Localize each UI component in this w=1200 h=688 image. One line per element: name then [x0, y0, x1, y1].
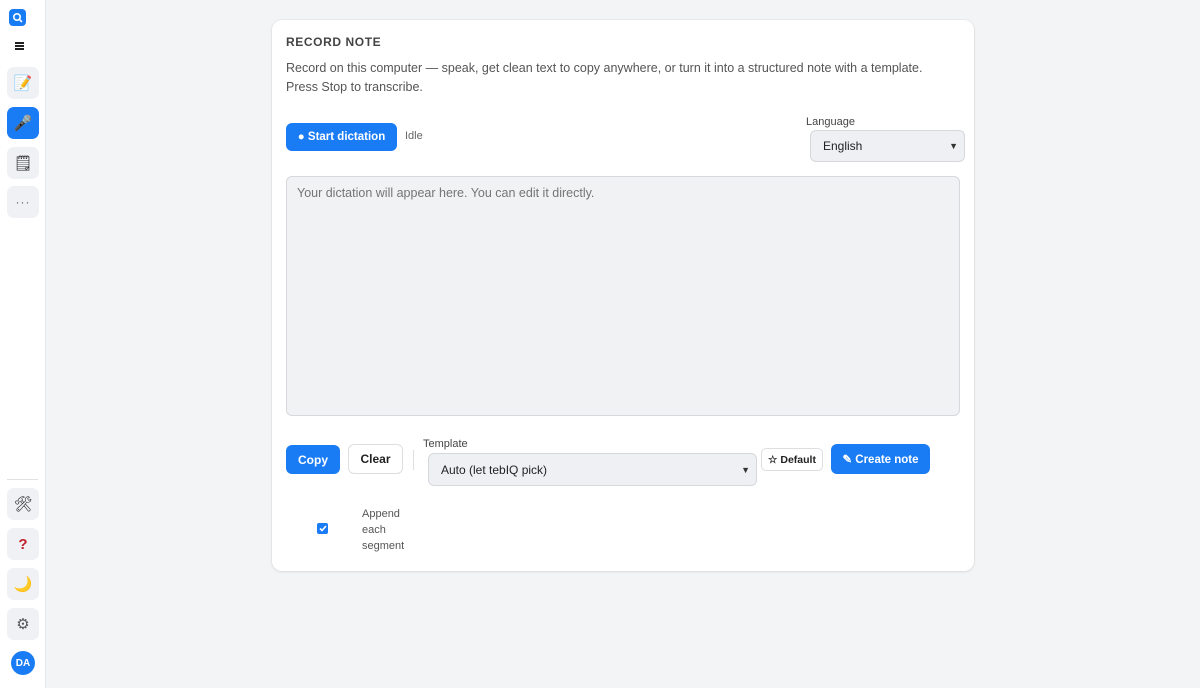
record-note-card: RECORD NOTE Record on this computer — sp…: [272, 20, 974, 571]
dictation-status: Idle: [405, 130, 423, 142]
sidebar-item-theme[interactable]: 🌙: [7, 568, 39, 600]
hamburger-icon[interactable]: [15, 42, 24, 50]
template-select[interactable]: Auto (let tebIQ pick) ▼: [428, 453, 757, 486]
language-value: English: [823, 139, 863, 153]
sidebar-item-notes[interactable]: 📝: [7, 67, 39, 99]
sidebar-item-settings[interactable]: ⚙: [7, 608, 39, 640]
moon-icon: 🌙: [13, 575, 33, 593]
clear-button[interactable]: Clear: [348, 444, 403, 474]
sidebar-item-help[interactable]: ?: [7, 528, 39, 560]
start-dictation-button[interactable]: ● Start dictation: [286, 123, 397, 151]
template-value: Auto (let tebIQ pick): [441, 462, 548, 477]
card-description: Record on this computer — speak, get cle…: [286, 61, 923, 94]
check-icon: [318, 525, 327, 532]
tools-icon: 🛠: [13, 495, 33, 513]
dictation-textarea[interactable]: [286, 176, 960, 416]
sidebar: 📝 🎤 🗒 ··· 🛠 ? 🌙 ⚙ DA: [0, 0, 46, 688]
append-segment-checkbox[interactable]: [317, 523, 328, 534]
avatar[interactable]: DA: [11, 651, 35, 675]
chevron-down-icon: ▼: [741, 464, 750, 475]
create-note-button[interactable]: ✎ Create note: [831, 444, 930, 474]
sidebar-item-notepad[interactable]: 🗒: [7, 147, 39, 179]
copy-button[interactable]: Copy: [286, 445, 340, 474]
append-segment-label: Append each segment: [362, 508, 405, 552]
divider: [413, 450, 414, 470]
sidebar-item-tools[interactable]: 🛠: [7, 488, 39, 520]
gear-icon: ⚙: [16, 615, 30, 633]
language-label: Language: [806, 116, 855, 128]
template-label: Template: [423, 438, 468, 450]
sidebar-divider: [7, 479, 38, 480]
question-icon: ?: [18, 535, 28, 553]
notepad-icon: 🗒: [13, 154, 33, 172]
search-logo-icon[interactable]: [9, 9, 26, 26]
language-select[interactable]: English ▼: [810, 130, 965, 162]
default-template-button[interactable]: ☆ Default: [761, 448, 823, 471]
page-title: RECORD NOTE: [286, 35, 382, 49]
more-dots-icon: ···: [15, 195, 31, 209]
chevron-down-icon: ▼: [949, 141, 958, 151]
sidebar-item-more[interactable]: ···: [7, 186, 39, 218]
microphone-icon: 🎤: [13, 114, 33, 132]
memo-icon: 📝: [13, 74, 33, 92]
sidebar-item-record[interactable]: 🎤: [7, 107, 39, 139]
